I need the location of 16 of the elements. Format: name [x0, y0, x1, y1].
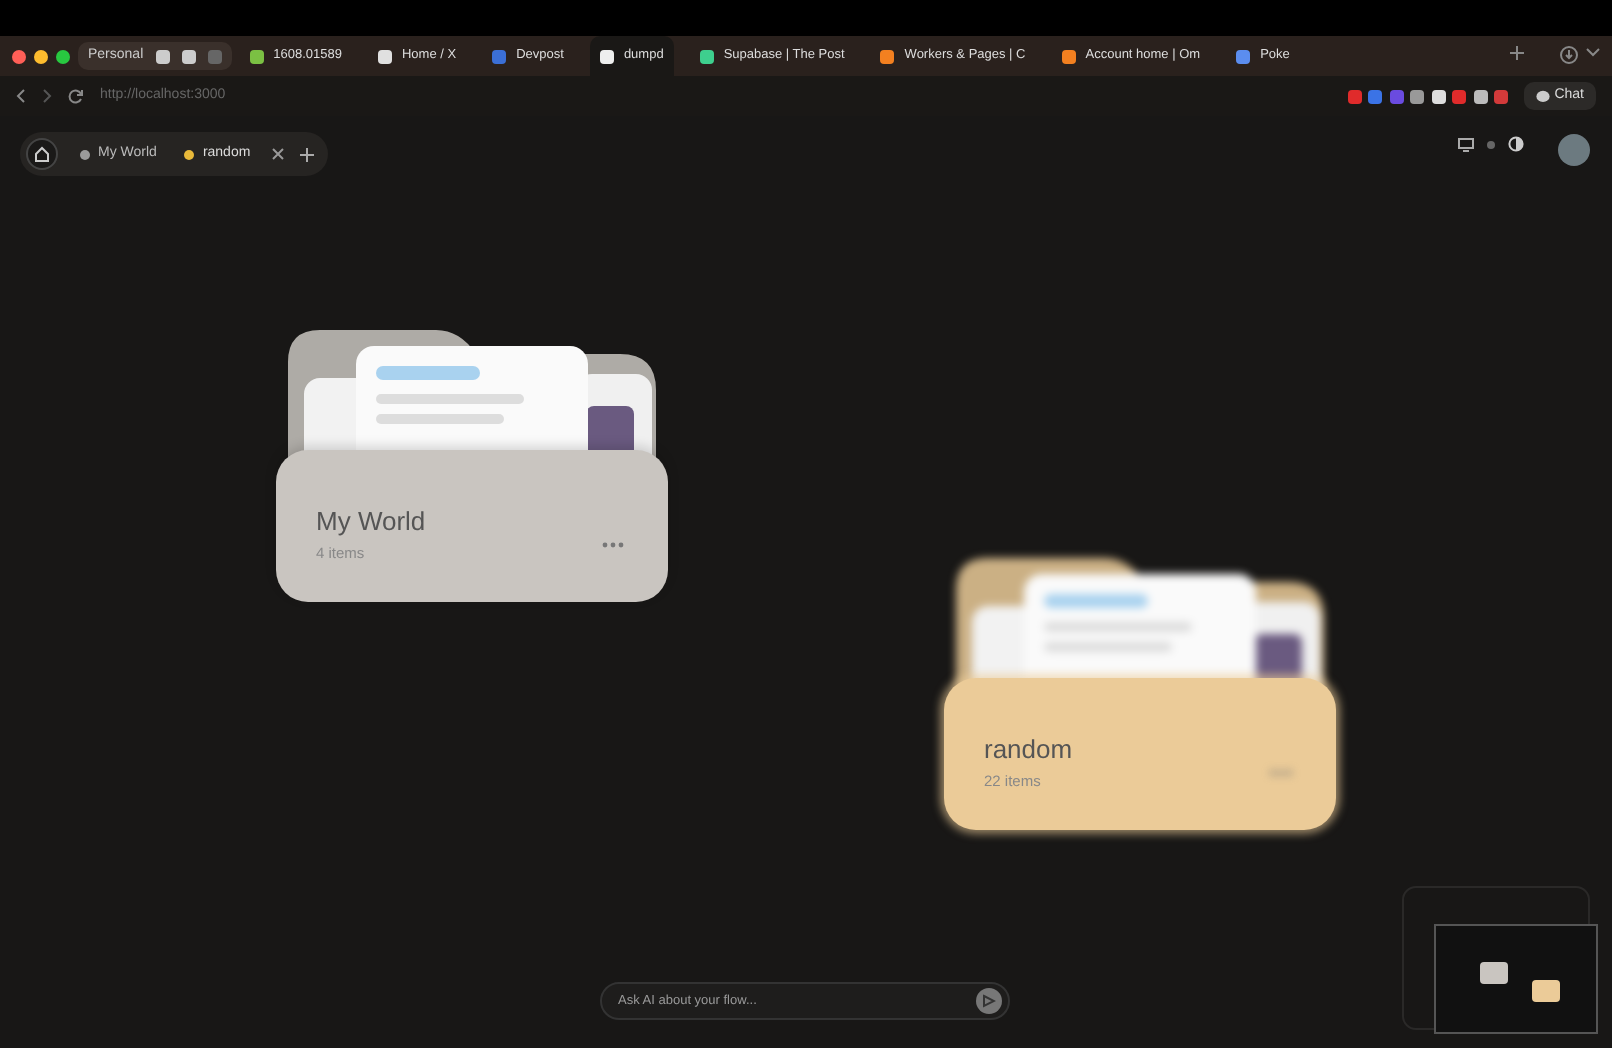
- moon-icon[interactable]: [1508, 136, 1524, 152]
- home-button[interactable]: [26, 138, 58, 170]
- close-icon[interactable]: [272, 148, 285, 160]
- add-tab-icon[interactable]: [300, 147, 315, 161]
- avatar[interactable]: [1558, 134, 1590, 166]
- folder-title: random: [984, 732, 1073, 768]
- back-icon[interactable]: [16, 88, 26, 104]
- home-icon: [34, 146, 50, 162]
- minimap-drawing[interactable]: [1434, 924, 1598, 1034]
- download-icon[interactable]: [1560, 45, 1578, 67]
- reload-icon[interactable]: [68, 88, 84, 104]
- monitor-icon[interactable]: [1458, 137, 1474, 151]
- folder-title: My World: [316, 504, 426, 540]
- chat-bubble-icon: [1536, 89, 1551, 103]
- send-icon: [982, 994, 996, 1008]
- more-icon[interactable]: [602, 542, 624, 548]
